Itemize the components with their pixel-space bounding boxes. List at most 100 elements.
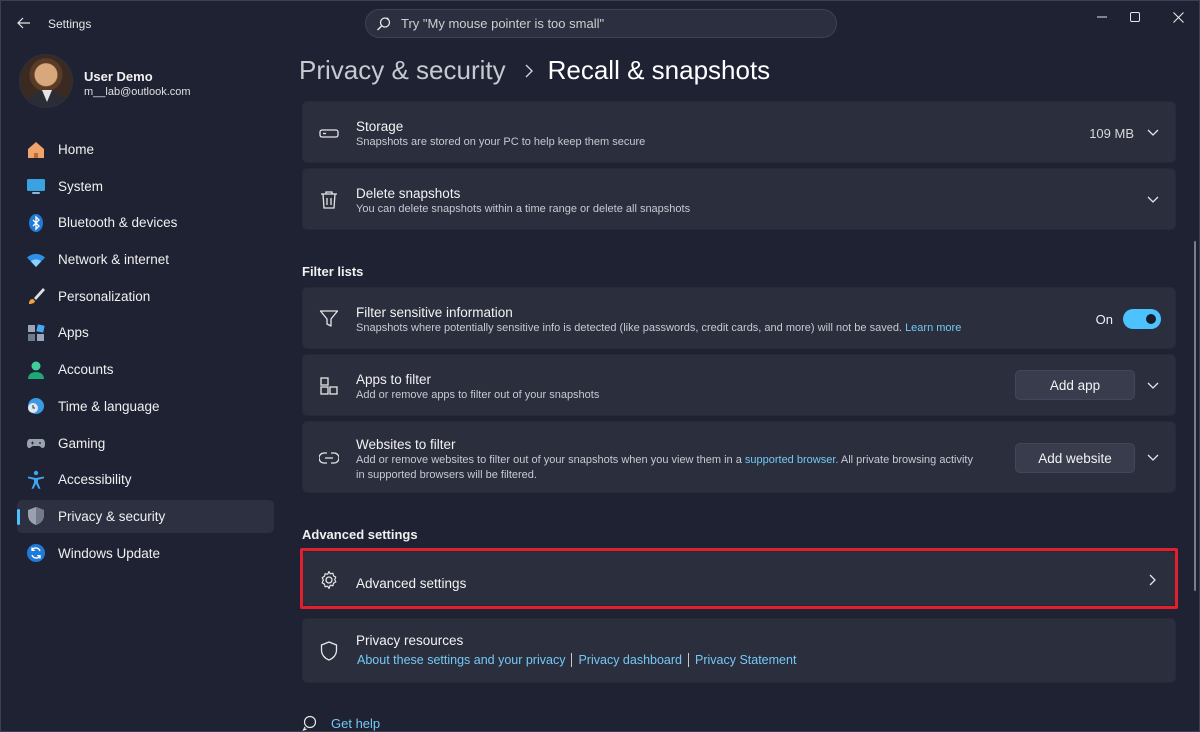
storage-card[interactable]: Storage Snapshots are stored on your PC … bbox=[302, 101, 1176, 163]
sidebar-item-label: Network & internet bbox=[58, 252, 170, 268]
shield-outline-icon bbox=[319, 641, 339, 661]
sidebar-item-label: Accessibility bbox=[58, 472, 132, 488]
filter-icon bbox=[319, 309, 339, 329]
link-icon bbox=[319, 448, 339, 468]
delete-snapshots-card[interactable]: Delete snapshots You can delete snapshot… bbox=[302, 168, 1176, 230]
avatar bbox=[19, 54, 73, 108]
sidebar-item-network[interactable]: Network & internet bbox=[17, 243, 274, 276]
shield-icon bbox=[26, 506, 46, 526]
sidebar-item-label: Apps bbox=[58, 325, 89, 341]
toggle-state-label: On bbox=[1095, 312, 1113, 327]
highlight-box bbox=[300, 548, 1178, 609]
sidebar-item-time-language[interactable]: Time & language bbox=[17, 390, 274, 423]
filter-sensitive-toggle[interactable] bbox=[1123, 309, 1161, 329]
sidebar-item-label: Bluetooth & devices bbox=[58, 215, 178, 231]
breadcrumb: Privacy & security Recall & snapshots bbox=[299, 55, 770, 86]
minimize-icon bbox=[1097, 16, 1107, 18]
privacy-statement-link[interactable]: Privacy Statement bbox=[695, 653, 796, 667]
sidebar-item-gaming[interactable]: Gaming bbox=[17, 427, 274, 460]
about-privacy-link[interactable]: About these settings and your privacy bbox=[357, 653, 565, 667]
sidebar-item-accessibility[interactable]: Accessibility bbox=[17, 463, 274, 496]
sidebar-item-windows-update[interactable]: Windows Update bbox=[17, 537, 274, 570]
chevron-down-icon[interactable] bbox=[1145, 192, 1161, 208]
storage-description: Snapshots are stored on your PC to help … bbox=[356, 136, 646, 148]
sidebar-nav: Home System Bluetooth & devices Network … bbox=[17, 133, 274, 573]
supported-browser-link[interactable]: supported browser. bbox=[745, 454, 839, 466]
help-icon bbox=[302, 715, 318, 731]
websites-to-filter-title: Websites to filter bbox=[356, 437, 456, 452]
privacy-dashboard-link[interactable]: Privacy dashboard bbox=[578, 653, 682, 667]
get-help-link[interactable]: Get help bbox=[302, 715, 380, 731]
maximize-button[interactable] bbox=[1118, 7, 1152, 27]
storage-value: 109 MB bbox=[1089, 126, 1134, 141]
websites-to-filter-card[interactable]: Websites to filter Add or remove website… bbox=[302, 421, 1176, 493]
accessibility-icon bbox=[26, 470, 46, 490]
sidebar-item-label: Time & language bbox=[58, 398, 160, 414]
maximize-icon bbox=[1130, 12, 1140, 22]
websites-to-filter-description-2: in supported browsers will be filtered. bbox=[356, 469, 537, 481]
link-separator bbox=[688, 653, 689, 667]
sidebar-item-label: Home bbox=[58, 142, 95, 157]
privacy-resources-card: Privacy resources bbox=[302, 618, 1176, 683]
home-icon bbox=[26, 140, 46, 160]
filter-sensitive-title: Filter sensitive information bbox=[356, 305, 513, 320]
section-title-filter-lists: Filter lists bbox=[302, 264, 364, 279]
link-separator bbox=[571, 653, 573, 667]
storage-title: Storage bbox=[356, 119, 404, 134]
back-arrow-icon bbox=[17, 17, 30, 29]
trash-icon bbox=[319, 190, 339, 210]
user-name: User Demo bbox=[84, 69, 153, 84]
chevron-down-icon[interactable] bbox=[1145, 125, 1161, 141]
sidebar-item-accounts[interactable]: Accounts bbox=[17, 353, 274, 386]
get-help-label: Get help bbox=[331, 715, 381, 731]
brush-icon bbox=[26, 286, 46, 306]
gamepad-icon bbox=[26, 433, 46, 453]
sidebar-item-privacy-security[interactable]: Privacy & security bbox=[17, 499, 274, 533]
person-icon bbox=[26, 360, 46, 380]
sidebar-item-apps[interactable]: Apps bbox=[17, 316, 274, 349]
hard-drive-icon bbox=[319, 123, 339, 143]
chevron-down-icon[interactable] bbox=[1145, 450, 1161, 466]
sidebar-item-label: Accounts bbox=[58, 362, 114, 378]
section-title-advanced: Advanced settings bbox=[302, 527, 418, 542]
filter-sensitive-card: Filter sensitive information Snapshots w… bbox=[302, 287, 1176, 349]
scrollbar[interactable] bbox=[1194, 241, 1196, 591]
delete-snapshots-title: Delete snapshots bbox=[356, 186, 461, 201]
breadcrumb-parent[interactable]: Privacy & security bbox=[299, 55, 506, 86]
sidebar-item-bluetooth[interactable]: Bluetooth & devices bbox=[17, 206, 274, 239]
delete-snapshots-description: You can delete snapshots within a time r… bbox=[356, 203, 691, 215]
search-box[interactable] bbox=[365, 9, 837, 38]
search-icon bbox=[376, 16, 392, 32]
monitor-icon bbox=[26, 176, 46, 196]
chevron-down-icon[interactable] bbox=[1145, 378, 1161, 394]
apps-to-filter-description: Add or remove apps to filter out of your… bbox=[356, 389, 600, 401]
add-app-button[interactable]: Add app bbox=[1015, 370, 1135, 400]
privacy-resources-title: Privacy resources bbox=[356, 633, 464, 648]
sidebar-item-label: Privacy & security bbox=[58, 508, 166, 524]
apps-icon bbox=[26, 323, 46, 343]
settings-window: Settings User Demo m__lab@outlook.com bbox=[0, 0, 1200, 732]
sidebar-item-label: Gaming bbox=[58, 435, 106, 451]
sidebar-item-system[interactable]: System bbox=[17, 170, 274, 203]
sidebar-item-label: Personalization bbox=[58, 288, 151, 304]
back-button[interactable] bbox=[13, 13, 35, 33]
sidebar-item-personalization[interactable]: Personalization bbox=[17, 280, 274, 313]
search-input[interactable] bbox=[401, 16, 821, 31]
add-website-button[interactable]: Add website bbox=[1015, 443, 1135, 473]
filter-sensitive-description: Snapshots where potentially sensitive in… bbox=[356, 322, 962, 334]
learn-more-link[interactable]: Learn more bbox=[905, 322, 961, 334]
sidebar-item-label: Windows Update bbox=[58, 545, 161, 561]
chevron-right-icon bbox=[524, 64, 534, 78]
clock-globe-icon bbox=[26, 396, 46, 416]
websites-to-filter-description: Add or remove websites to filter out of … bbox=[356, 454, 973, 466]
close-icon bbox=[1172, 11, 1184, 23]
minimize-button[interactable] bbox=[1085, 7, 1119, 27]
sidebar-item-home[interactable]: Home bbox=[17, 133, 274, 166]
title-bar: Settings bbox=[1, 1, 1199, 45]
apps-to-filter-title: Apps to filter bbox=[356, 372, 432, 387]
update-icon bbox=[26, 543, 46, 563]
close-button[interactable] bbox=[1161, 7, 1195, 27]
apps-to-filter-card[interactable]: Apps to filter Add or remove apps to fil… bbox=[302, 354, 1176, 416]
privacy-links: About these settings and your privacy Pr… bbox=[357, 653, 796, 667]
bluetooth-icon bbox=[26, 213, 46, 233]
